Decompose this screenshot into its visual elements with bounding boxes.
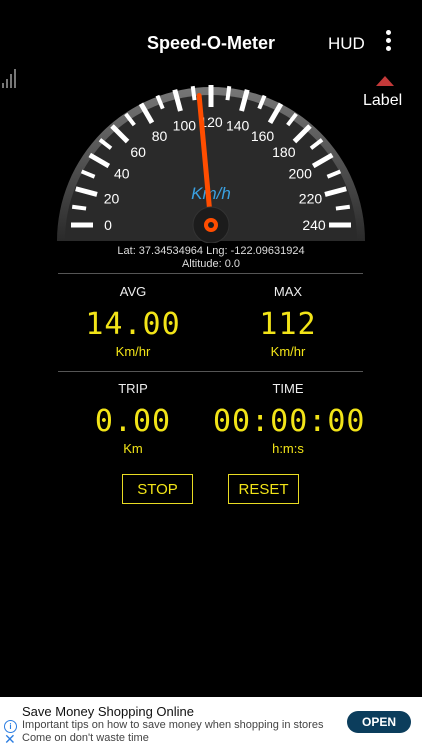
coordinates-text: Lat: 37.34534964 Lng: -122.09631924 [117,245,305,257]
trip-value: 0.00 [94,404,172,439]
avg-value: 14.00 [85,307,181,342]
gauge-tick [71,204,87,211]
gauge-tick-label: 40 [114,166,130,182]
time-value: 00:00:00 [213,404,366,439]
max-unit: Km/hr [270,344,306,359]
trip-unit: Km [123,441,143,456]
stop-button[interactable]: STOP [122,474,193,504]
altitude-text: Altitude: 0.0 [181,258,241,270]
ad-title: Save Money Shopping Online [22,704,195,719]
avg-panel: AVG 14.00 Km/hr [58,284,208,359]
label-button-text: Label [363,92,403,109]
max-value: 112 [259,307,317,342]
hud-button[interactable]: HUD [328,34,365,54]
gauge-tick-label: 80 [152,128,168,144]
time-label: TIME [272,381,304,396]
gauge-tick-label: 220 [299,190,323,206]
top-bar: Speed-O-Meter HUD [0,0,422,88]
avg-label: AVG [119,284,147,299]
gauge-tick-label: 180 [272,144,296,160]
label-button[interactable]: Label [360,76,410,110]
reset-button[interactable]: RESET [228,474,299,504]
gauge-tick-label: 140 [226,118,250,134]
time-unit: h:m:s [272,441,304,456]
signal-icon [2,68,18,88]
gauge-tick [190,85,197,101]
gauge-tick-label: 0 [104,217,112,233]
max-panel: MAX 112 Km/hr [213,284,363,359]
trip-label: TRIP [118,381,148,396]
gauge-tick-label: 60 [130,144,146,160]
avg-unit: Km/hr [115,344,151,359]
ad-open-button[interactable]: OPEN [347,711,411,733]
ad-body: Important tips on how to save money when… [22,719,324,744]
more-options-icon[interactable] [383,30,393,58]
close-icon[interactable]: ✕ [4,731,16,748]
gauge-tick-label: 20 [104,190,120,206]
divider [58,371,363,372]
location-readout: Lat: 37.34534964 Lng: -122.09631924 Alti… [0,245,422,271]
gauge-tick-label: 200 [289,166,313,182]
gauge-tick [225,85,232,101]
triangle-up-icon [376,76,394,86]
max-label: MAX [273,284,303,299]
gauge-tick-label: 100 [173,118,197,134]
gauge-tick-label: 160 [251,128,275,144]
trip-panel: TRIP 0.00 Km [58,381,208,456]
gauge-tick-label: 240 [302,217,326,233]
time-panel: TIME 00:00:00 h:m:s [213,381,366,456]
speedometer-gauge: 0 20 40 60 80 100 120 140 160 180 200 220 240 Km/h [55,75,367,250]
ad-banner[interactable]: i ✕ Save Money Shopping Online Important… [0,697,422,750]
gauge-tick [335,204,351,211]
divider [58,273,363,274]
